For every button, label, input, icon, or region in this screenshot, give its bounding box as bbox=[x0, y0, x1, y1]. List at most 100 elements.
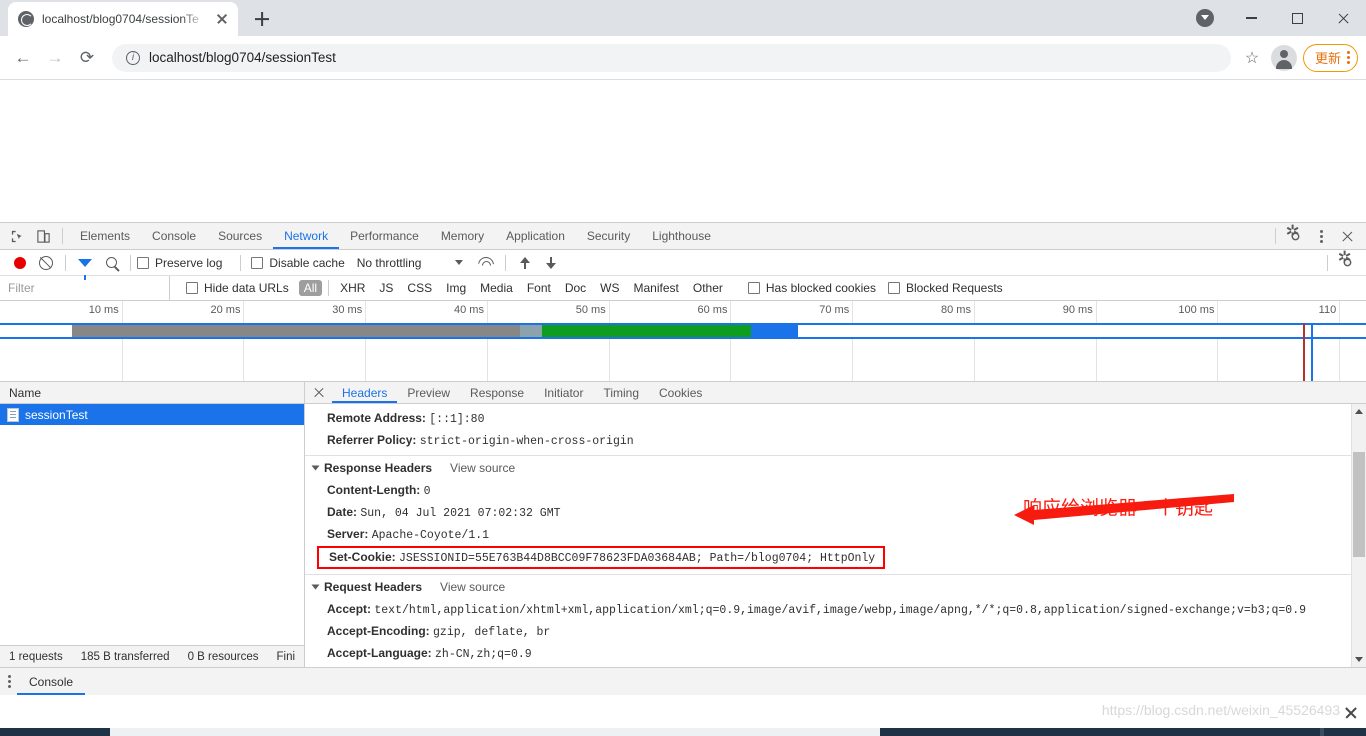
view-source-link[interactable]: View source bbox=[450, 461, 515, 475]
close-detail-icon[interactable] bbox=[313, 386, 326, 399]
browser-tab-strip: localhost/blog0704/sessionTe bbox=[0, 0, 1366, 36]
network-controls-bar: Preserve log Disable cache No throttling bbox=[0, 249, 1366, 280]
tab-network[interactable]: Network bbox=[273, 223, 339, 249]
filter-divider bbox=[328, 280, 330, 296]
back-button[interactable]: ← bbox=[8, 43, 38, 73]
export-har-icon[interactable] bbox=[538, 250, 564, 275]
site-info-icon[interactable] bbox=[126, 50, 140, 65]
new-tab-button[interactable] bbox=[248, 5, 276, 33]
tab-lighthouse[interactable]: Lighthouse bbox=[641, 223, 722, 249]
filter-funnel-icon[interactable] bbox=[72, 250, 98, 280]
tab-preview[interactable]: Preview bbox=[397, 382, 460, 403]
timeline-tick-label: 100 ms bbox=[1178, 304, 1215, 316]
header-key: Set-Cookie: bbox=[329, 550, 396, 565]
reload-button[interactable]: ⟳ bbox=[72, 43, 102, 73]
tab-response[interactable]: Response bbox=[460, 382, 534, 403]
tab-timing[interactable]: Timing bbox=[593, 382, 649, 403]
type-filter-css[interactable]: CSS bbox=[402, 280, 437, 296]
tab-sources[interactable]: Sources bbox=[207, 223, 273, 249]
profile-avatar-icon[interactable] bbox=[1270, 44, 1297, 71]
tab-security[interactable]: Security bbox=[576, 223, 641, 249]
hide-data-urls-label: Hide data URLs bbox=[204, 281, 289, 295]
close-icon[interactable] bbox=[1334, 224, 1360, 249]
browser-tab[interactable]: localhost/blog0704/sessionTe bbox=[8, 2, 238, 36]
header-key: Date: bbox=[327, 505, 358, 520]
minimize-button[interactable] bbox=[1228, 2, 1274, 34]
search-icon[interactable] bbox=[98, 250, 124, 275]
type-filter-img[interactable]: Img bbox=[441, 280, 471, 296]
type-filter-js[interactable]: JS bbox=[374, 280, 398, 296]
throttling-value: No throttling bbox=[356, 255, 422, 270]
kebab-menu-icon[interactable] bbox=[1308, 224, 1334, 249]
tab-headers[interactable]: Headers bbox=[332, 382, 397, 403]
timeline-tick: 70 ms bbox=[819, 301, 854, 381]
tab-memory[interactable]: Memory bbox=[430, 223, 495, 249]
chrome-menu-icon[interactable] bbox=[1347, 51, 1350, 64]
download-indicator-button[interactable] bbox=[1182, 2, 1228, 34]
detail-tabbar: Headers Preview Response Initiator Timin… bbox=[305, 382, 1366, 405]
tab-application[interactable]: Application bbox=[495, 223, 576, 249]
table-row[interactable]: sessionTest bbox=[0, 404, 304, 425]
network-overview-timeline[interactable]: 10 ms 20 ms 30 ms 40 ms 50 ms 60 ms 70 ms 80 ms… bbox=[0, 301, 1366, 382]
type-filter-doc[interactable]: Doc bbox=[560, 280, 591, 296]
filter-input[interactable] bbox=[0, 276, 170, 300]
type-filter-all[interactable]: All bbox=[298, 280, 323, 296]
type-filter-media[interactable]: Media bbox=[475, 280, 518, 296]
blocked-requests-checkbox[interactable]: Blocked Requests bbox=[887, 281, 1003, 295]
header-value: Apache-Coyote/1.1 bbox=[371, 529, 490, 543]
has-blocked-cookies-checkbox[interactable]: Has blocked cookies bbox=[747, 281, 876, 295]
tab-performance[interactable]: Performance bbox=[339, 223, 430, 249]
network-conditions-wifi-icon[interactable] bbox=[473, 250, 499, 275]
clear-button[interactable] bbox=[33, 250, 59, 275]
devtools-drawer: Console bbox=[0, 667, 1366, 695]
maximize-button[interactable] bbox=[1274, 2, 1320, 34]
view-source-link[interactable]: View source bbox=[440, 580, 505, 594]
controls-divider-5 bbox=[1327, 254, 1328, 271]
close-window-button[interactable] bbox=[1320, 2, 1366, 34]
gear-icon[interactable] bbox=[1282, 223, 1308, 249]
disable-cache-checkbox[interactable]: Disable cache bbox=[251, 256, 345, 270]
preserve-log-checkbox[interactable]: Preserve log bbox=[137, 256, 222, 270]
header-key: Content-Length: bbox=[327, 483, 421, 498]
scroll-down-arrow-icon[interactable] bbox=[1352, 652, 1366, 667]
headers-scrollbar[interactable] bbox=[1351, 404, 1366, 667]
tab-cookies[interactable]: Cookies bbox=[649, 382, 712, 403]
type-filter-font[interactable]: Font bbox=[522, 280, 556, 296]
drawer-tab-console[interactable]: Console bbox=[17, 668, 85, 695]
bookmark-star-icon[interactable]: ☆ bbox=[1239, 45, 1265, 71]
timeline-tick-label: 40 ms bbox=[454, 304, 484, 316]
watermark-close-icon[interactable] bbox=[1344, 706, 1358, 720]
type-filter-manifest[interactable]: Manifest bbox=[629, 280, 684, 296]
scrollbar-thumb[interactable] bbox=[1353, 452, 1365, 558]
type-filter-other[interactable]: Other bbox=[688, 280, 728, 296]
request-list-header[interactable]: Name bbox=[0, 382, 304, 404]
inspect-element-icon[interactable] bbox=[4, 224, 30, 249]
tab-close-icon[interactable] bbox=[214, 11, 230, 27]
tab-console[interactable]: Console bbox=[141, 223, 207, 249]
response-headers-section[interactable]: Response Headers View source bbox=[305, 455, 1366, 480]
toolbar-divider bbox=[62, 228, 63, 244]
address-bar[interactable]: localhost/blog0704/sessionTest bbox=[112, 43, 1231, 72]
tab-initiator[interactable]: Initiator bbox=[534, 382, 593, 403]
header-referrer-policy: Referrer Policy: strict-origin-when-cros… bbox=[305, 430, 1366, 452]
blocked-requests-label: Blocked Requests bbox=[905, 281, 1003, 295]
forward-button[interactable]: → bbox=[40, 43, 70, 73]
scroll-up-arrow-icon[interactable] bbox=[1352, 404, 1366, 419]
request-headers-section[interactable]: Request Headers View source bbox=[305, 574, 1366, 599]
status-resources: 0 B resources bbox=[187, 650, 259, 663]
update-button[interactable]: 更新 bbox=[1302, 43, 1358, 72]
type-filter-ws[interactable]: WS bbox=[595, 280, 624, 296]
checkbox-box bbox=[137, 256, 149, 269]
timeline-tick: 30 ms bbox=[332, 301, 367, 381]
record-button[interactable] bbox=[7, 250, 33, 275]
hide-data-urls-checkbox[interactable]: Hide data URLs bbox=[186, 281, 289, 295]
network-status-bar: 1 requests 185 B transferred 0 B resourc… bbox=[0, 645, 304, 667]
device-toolbar-icon[interactable] bbox=[30, 224, 56, 249]
tab-elements[interactable]: Elements bbox=[69, 223, 141, 249]
type-filter-xhr[interactable]: XHR bbox=[335, 280, 370, 296]
drawer-menu-icon[interactable] bbox=[8, 675, 11, 688]
timeline-tick-label: 20 ms bbox=[210, 304, 241, 316]
import-har-icon[interactable] bbox=[512, 250, 538, 275]
throttling-select[interactable]: No throttling bbox=[357, 256, 464, 270]
network-settings-gear-icon[interactable] bbox=[1334, 249, 1360, 275]
